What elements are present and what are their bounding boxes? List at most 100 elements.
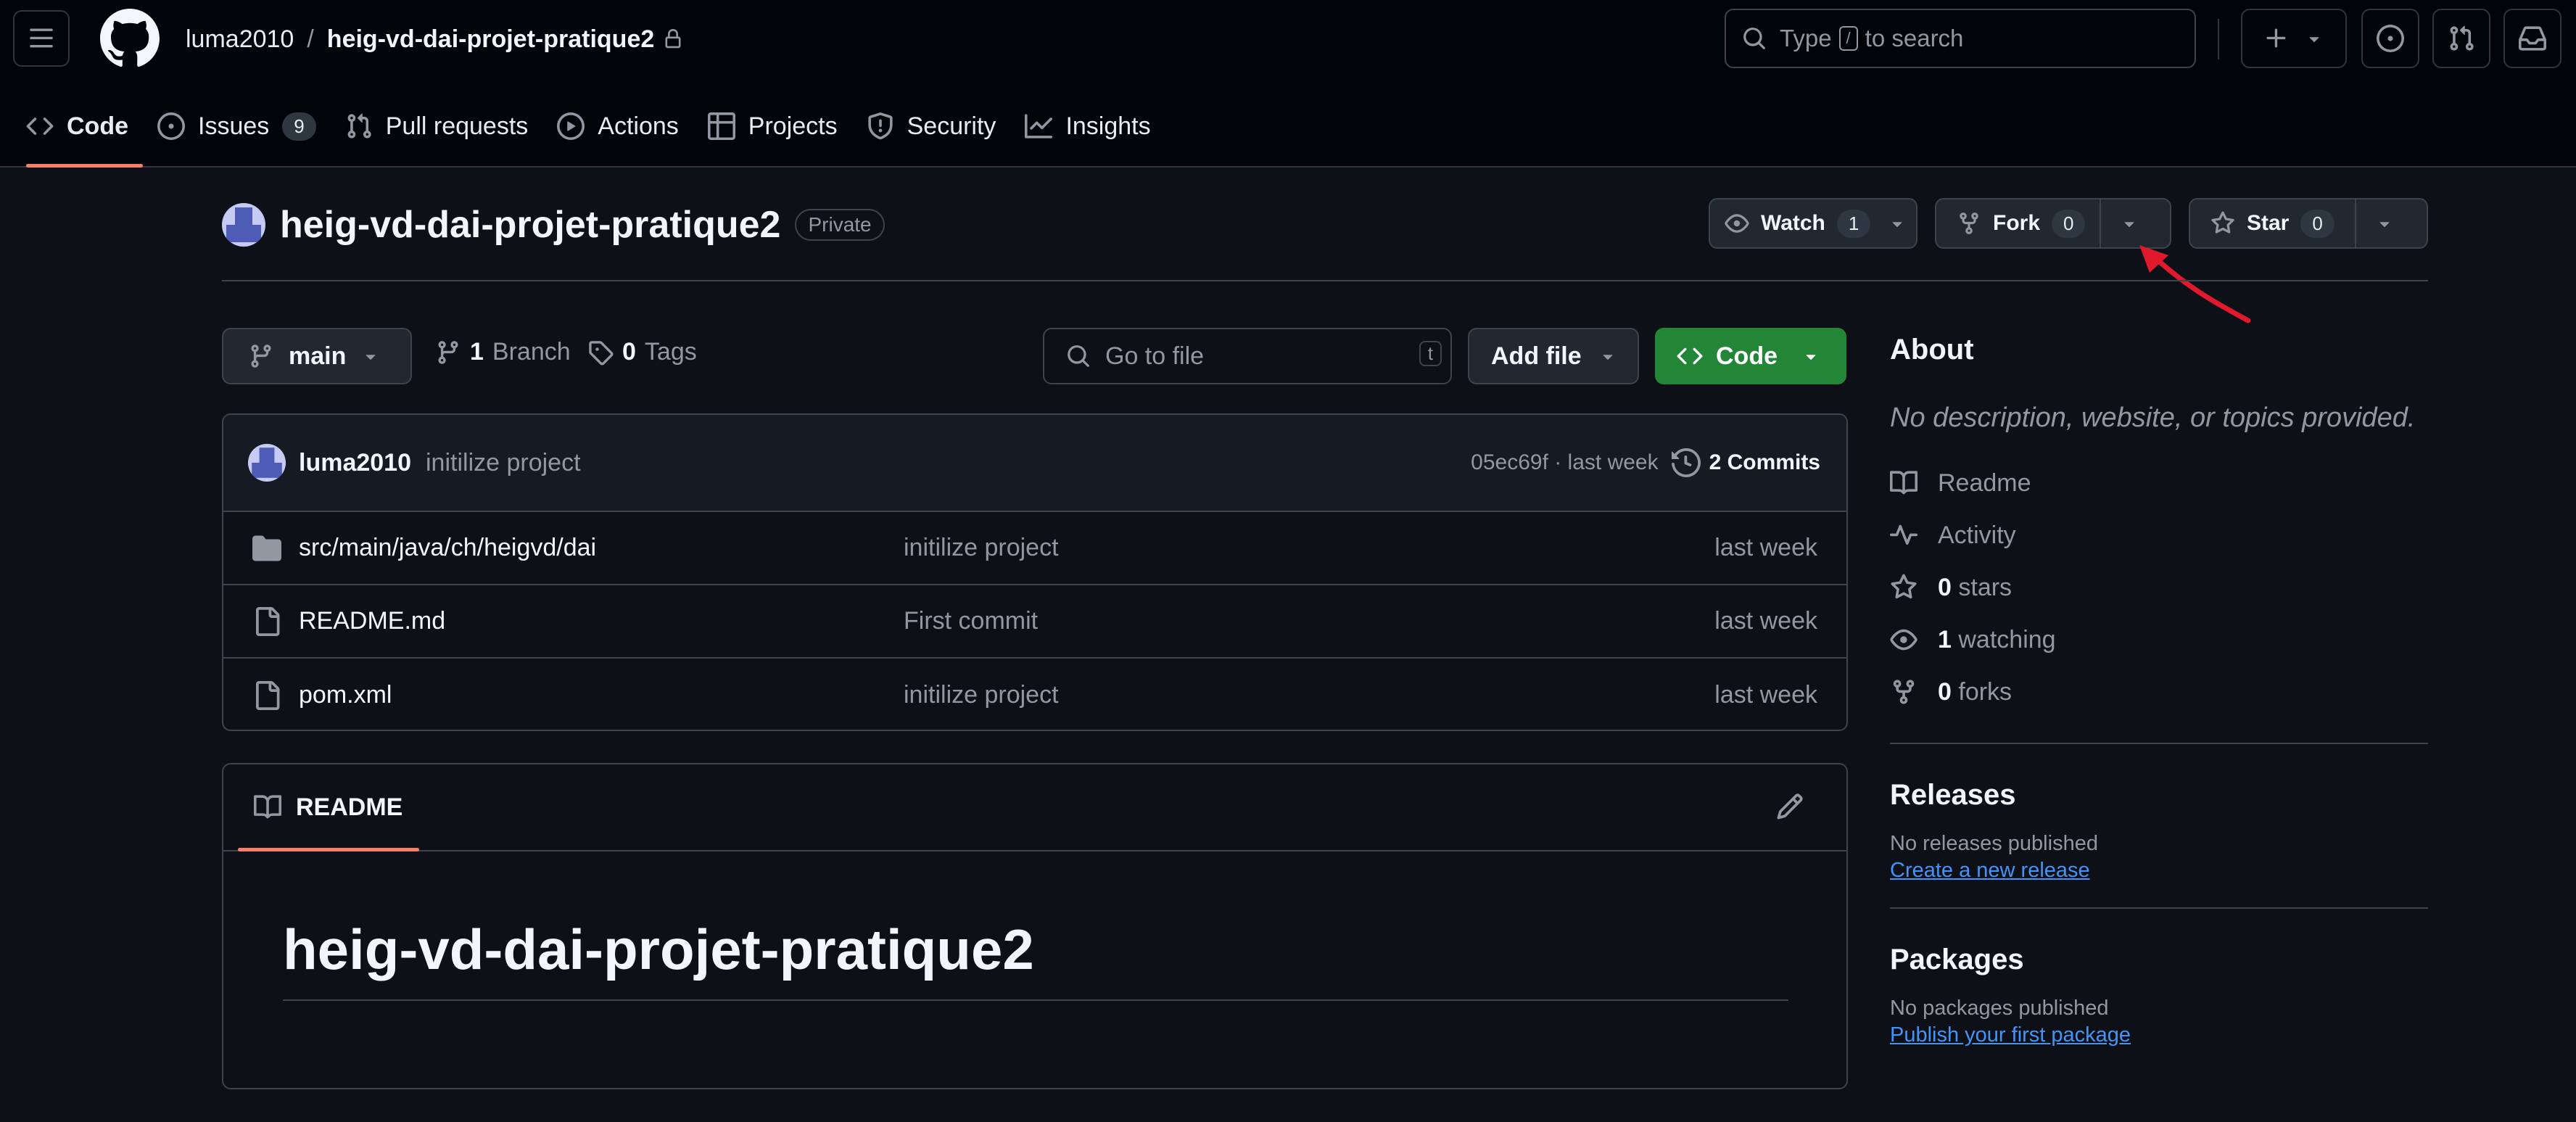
search-icon <box>1743 28 1765 49</box>
header-divider <box>2218 19 2219 59</box>
packages-empty-text: No packages published <box>1890 997 2109 1020</box>
tab-insights-label: Insights <box>1065 112 1151 140</box>
pencil-icon[interactable] <box>1775 792 1804 821</box>
file-name-link[interactable]: pom.xml <box>299 681 392 709</box>
breadcrumb: luma2010 / heig-vd-dai-projet-pratique2 <box>186 22 683 57</box>
file-icon <box>256 606 280 636</box>
releases-heading[interactable]: Releases <box>1890 779 2428 812</box>
stars-link[interactable]: 0 stars <box>1890 561 2428 614</box>
tab-projects-label: Projects <box>748 112 838 140</box>
tab-projects[interactable]: Projects <box>693 96 852 157</box>
about-sidebar: About No description, website, or topics… <box>1890 334 2428 1047</box>
triangle-down-icon <box>2309 37 2319 43</box>
search-shortcut-key: / <box>1838 26 1858 51</box>
watchers-link[interactable]: 1 watching <box>1890 614 2428 666</box>
watching-count: 1 <box>1938 625 1952 653</box>
star-label: Star <box>2247 211 2290 235</box>
breadcrumb-separator: / <box>307 25 314 53</box>
star-dropdown-button[interactable] <box>2356 199 2413 247</box>
tab-code[interactable]: Code <box>12 96 143 168</box>
publish-package-link[interactable]: Publish your first package <box>1890 1023 2428 1047</box>
tags-link[interactable]: 0 Tags <box>587 338 697 366</box>
triangle-down-icon <box>1806 355 1816 360</box>
global-search[interactable]: Type / to search <box>1725 9 2196 68</box>
watch-button[interactable]: Watch 1 <box>1710 199 1878 247</box>
commit-author-link[interactable]: luma2010 <box>299 449 411 477</box>
tab-code-label: Code <box>67 112 128 140</box>
issue-opened-icon <box>157 112 185 140</box>
create-new-button[interactable] <box>2241 9 2347 68</box>
readme-link[interactable]: Readme <box>1890 457 2428 509</box>
your-issues-button[interactable] <box>2361 9 2419 68</box>
triangle-down-icon <box>366 355 376 360</box>
watching-label: watching <box>1958 625 2056 653</box>
table-row[interactable]: src/main/java/ch/heigvd/dai initilize pr… <box>223 512 1846 585</box>
watch-button-group: Watch 1 <box>1709 198 1917 249</box>
notifications-button[interactable] <box>2503 9 2561 68</box>
readme-link-label: Readme <box>1938 469 2031 497</box>
file-name-link[interactable]: README.md <box>299 607 445 635</box>
file-icon <box>256 680 280 710</box>
table-row[interactable]: README.md First commit last week <box>223 585 1846 659</box>
code-icon <box>1677 347 1703 365</box>
table-row[interactable]: pom.xml initilize project last week <box>223 659 1846 730</box>
hamburger-icon <box>30 28 53 48</box>
create-release-link[interactable]: Create a new release <box>1890 859 2428 883</box>
page-title[interactable]: heig-vd-dai-projet-pratique2 <box>280 203 780 247</box>
shield-icon <box>867 112 893 140</box>
tab-actions[interactable]: Actions <box>542 96 693 157</box>
code-button-label: Code <box>1716 342 1778 370</box>
avatar[interactable] <box>248 444 286 482</box>
activity-link[interactable]: Activity <box>1890 509 2428 561</box>
watch-dropdown-button[interactable] <box>1878 199 1916 247</box>
file-name-link[interactable]: src/main/java/ch/heigvd/dai <box>299 534 596 562</box>
packages-heading[interactable]: Packages <box>1890 944 2428 976</box>
tab-pull-requests[interactable]: Pull requests <box>331 96 543 157</box>
commit-hash-time[interactable]: 05ec69f · last week <box>1471 450 1658 475</box>
commits-link[interactable]: 2 Commits <box>1671 448 1820 477</box>
repo-forked-icon <box>1893 680 1915 704</box>
branches-link[interactable]: 1 Branch <box>435 338 571 366</box>
star-counter: 0 <box>2300 209 2334 238</box>
releases-empty-text: No releases published <box>1890 832 2098 855</box>
code-button[interactable]: Code <box>1655 328 1846 384</box>
star-icon <box>2211 211 2234 234</box>
go-to-file-input[interactable]: Go to file t <box>1043 328 1452 384</box>
readme-heading: heig-vd-dai-projet-pratique2 <box>283 917 1034 981</box>
repo-title-row: heig-vd-dai-projet-pratique2 Private <box>222 203 885 247</box>
watch-label: Watch <box>1761 211 1825 235</box>
owner-link[interactable]: luma2010 <box>186 25 294 54</box>
file-commit-message[interactable]: First commit <box>904 607 1038 635</box>
github-logo-icon[interactable] <box>100 9 160 68</box>
branch-name: main <box>289 342 347 370</box>
file-commit-message[interactable]: initilize project <box>904 681 1059 709</box>
forks-count: 0 <box>1938 677 1952 706</box>
plus-icon <box>2266 28 2286 48</box>
branch-select-button[interactable]: main <box>222 328 412 384</box>
visibility-badge: Private <box>795 209 885 241</box>
annotation-arrow <box>2139 245 2251 323</box>
add-file-button[interactable]: Add file <box>1468 328 1639 384</box>
avatar[interactable] <box>222 203 265 247</box>
fork-counter: 0 <box>2052 209 2086 238</box>
tab-issues[interactable]: Issues 9 <box>143 96 331 157</box>
book-icon <box>254 795 281 819</box>
code-icon <box>26 117 54 135</box>
lock-icon <box>665 29 681 49</box>
file-commit-message[interactable]: initilize project <box>904 534 1059 562</box>
your-pull-requests-button[interactable] <box>2432 9 2490 68</box>
graph-icon <box>1025 114 1053 139</box>
tab-security[interactable]: Security <box>852 96 1011 157</box>
menu-button[interactable] <box>13 10 70 67</box>
fork-button[interactable]: Fork 0 <box>1936 199 2102 247</box>
eye-icon <box>1890 629 1917 651</box>
add-file-label: Add file <box>1491 342 1582 370</box>
forks-link[interactable]: 0 forks <box>1890 666 2428 718</box>
fork-label: Fork <box>1993 211 2041 235</box>
commit-message-link[interactable]: initilize project <box>426 449 581 477</box>
tab-insights[interactable]: Insights <box>1010 96 1165 157</box>
repo-link[interactable]: heig-vd-dai-projet-pratique2 <box>327 25 654 54</box>
readme-tab[interactable]: README <box>223 764 1846 851</box>
global-header: luma2010 / heig-vd-dai-projet-pratique2 … <box>0 0 2576 168</box>
git-pull-request-icon <box>2450 25 2474 51</box>
